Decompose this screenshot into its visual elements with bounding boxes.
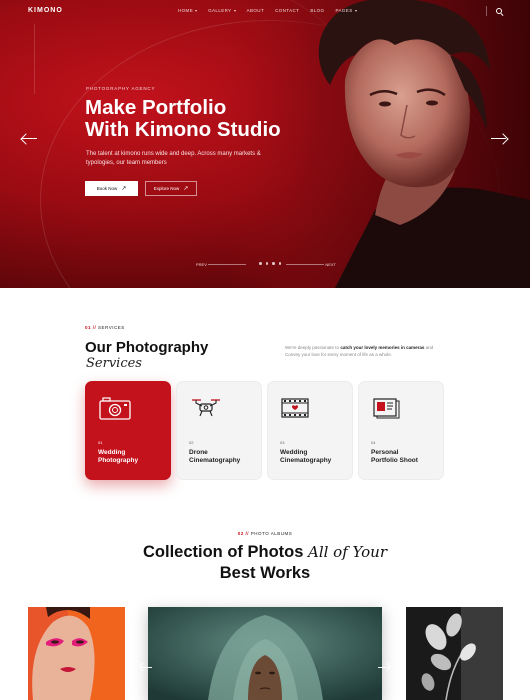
nav-item-label: About	[246, 8, 265, 13]
service-title-line: Wedding	[280, 449, 308, 456]
slider-line	[286, 264, 324, 265]
album-photo-veiled-portrait[interactable]	[148, 607, 382, 700]
hero-portrait-image	[225, 0, 530, 288]
nav-item-pages[interactable]: Pages	[335, 8, 357, 13]
service-title-line: Personal	[371, 449, 399, 456]
hero-description: The talent at kimono runs wide and deep.…	[86, 151, 261, 166]
portfolio-icon	[371, 395, 405, 421]
section-number: 02 //	[237, 531, 250, 536]
hero-prev-arrow-icon[interactable]	[20, 131, 40, 147]
service-title: Wedding Photography	[98, 449, 162, 465]
slider-prev-button[interactable]: PREV	[196, 262, 207, 267]
services-title: Our Photography	[85, 339, 209, 356]
hero-eyebrow: Photography Agency	[86, 86, 156, 91]
service-title-line: Wedding	[98, 449, 126, 456]
nav-item-contact[interactable]: Contact	[275, 8, 299, 13]
hero-title: Make Portfolio With Kimono Studio	[85, 97, 325, 141]
album-prev-arrow-icon[interactable]	[138, 661, 154, 673]
button-label: Book Now	[96, 186, 118, 191]
service-card-wedding-photography[interactable]: 01 Wedding Photography	[85, 381, 171, 480]
albums-title-text: Collection of Photos	[142, 543, 308, 561]
nav-item-home[interactable]: Home	[178, 8, 198, 13]
nav-actions	[486, 6, 504, 16]
service-number: 01	[98, 440, 103, 445]
albums-title-line2: Best Works	[219, 564, 311, 582]
slider-line	[208, 264, 246, 265]
top-navigation: KIMONO Home Gallery About Contact Blog P…	[0, 0, 530, 24]
desc-text: We're deeply passionate to	[285, 345, 341, 350]
service-title: Drone Cinematography	[189, 449, 253, 465]
nav-item-about[interactable]: About	[247, 8, 265, 13]
service-title-line: Cinematography	[189, 457, 241, 464]
service-card-drone-cinematography[interactable]: 02 Drone Cinematography	[176, 381, 262, 480]
service-title: Personal Portfolio Shoot	[371, 449, 435, 465]
nav-item-label: Home	[178, 8, 194, 13]
services-eyebrow: 01 // Services	[85, 325, 125, 330]
nav-item-gallery[interactable]: Gallery	[208, 8, 236, 13]
service-title-line: Portfolio Shoot	[371, 457, 418, 464]
explore-now-button[interactable]: Explore Now ↗	[145, 181, 197, 196]
slider-dot[interactable]	[278, 262, 281, 265]
album-photo-makeup-portrait[interactable]	[28, 607, 125, 700]
arrow-up-right-icon: ↗	[121, 185, 127, 192]
nav-item-label: Pages	[335, 8, 353, 13]
nav-divider	[486, 6, 487, 16]
albums-title-italic: All of Your	[307, 543, 387, 561]
arrow-up-right-icon: ↗	[183, 185, 189, 192]
service-title-line: Photography	[98, 457, 139, 464]
site-logo[interactable]: KIMONO	[28, 7, 63, 14]
desc-highlight: catch your lovely memories in cameras	[340, 345, 425, 350]
service-number: 02	[189, 440, 194, 445]
button-label: Explore Now	[153, 186, 180, 191]
services-description: We're deeply passionate to catch your lo…	[285, 344, 447, 358]
service-card-personal-portfolio[interactable]: 04 Personal Portfolio Shoot	[358, 381, 444, 480]
chevron-down-icon	[195, 9, 198, 12]
slider-next-button[interactable]: NEXT	[325, 262, 336, 267]
drone-icon	[189, 395, 223, 421]
nav-item-label: Gallery	[208, 8, 232, 13]
section-label: Photo Albums	[250, 531, 293, 536]
section-number: 01 //	[85, 325, 97, 330]
hero-section: KIMONO Home Gallery About Contact Blog P…	[0, 0, 530, 288]
service-title-line: Drone	[189, 449, 208, 456]
album-photo-flower-bw[interactable]	[406, 607, 503, 700]
hero-slider-controls: PREV NEXT	[196, 262, 336, 270]
slider-dots	[259, 262, 281, 265]
search-icon[interactable]	[495, 7, 504, 16]
film-strip-icon	[280, 395, 314, 421]
album-next-arrow-icon[interactable]	[376, 661, 392, 673]
hero-title-line: With Kimono Studio	[85, 118, 281, 141]
service-number: 03	[280, 440, 285, 445]
chevron-down-icon	[233, 9, 236, 12]
camera-icon	[98, 395, 132, 421]
services-title-italic: Services	[86, 356, 142, 371]
nav-item-blog[interactable]: Blog	[310, 8, 324, 13]
slider-dot[interactable]	[259, 262, 262, 265]
section-label: Services	[98, 325, 125, 330]
chevron-down-icon	[354, 9, 357, 12]
book-now-button[interactable]: Book Now ↗	[85, 181, 138, 196]
albums-eyebrow: 02 // Photo Albums	[0, 531, 530, 536]
slider-dot[interactable]	[265, 262, 268, 265]
service-card-wedding-cinematography[interactable]: 03 Wedding Cinematography	[267, 381, 353, 480]
service-number: 04	[371, 440, 376, 445]
nav-menu: Home Gallery About Contact Blog Pages	[178, 8, 357, 13]
hero-next-arrow-icon[interactable]	[489, 131, 509, 147]
slider-dot[interactable]	[272, 262, 275, 265]
hero-decor-line	[34, 24, 35, 94]
service-title-line: Cinematography	[280, 457, 332, 464]
service-title: Wedding Cinematography	[280, 449, 344, 465]
hero-title-line: Make Portfolio	[85, 96, 227, 119]
nav-item-label: Contact	[275, 8, 300, 13]
albums-title: Collection of Photos All of Your	[0, 543, 530, 562]
nav-item-label: Blog	[310, 8, 325, 13]
